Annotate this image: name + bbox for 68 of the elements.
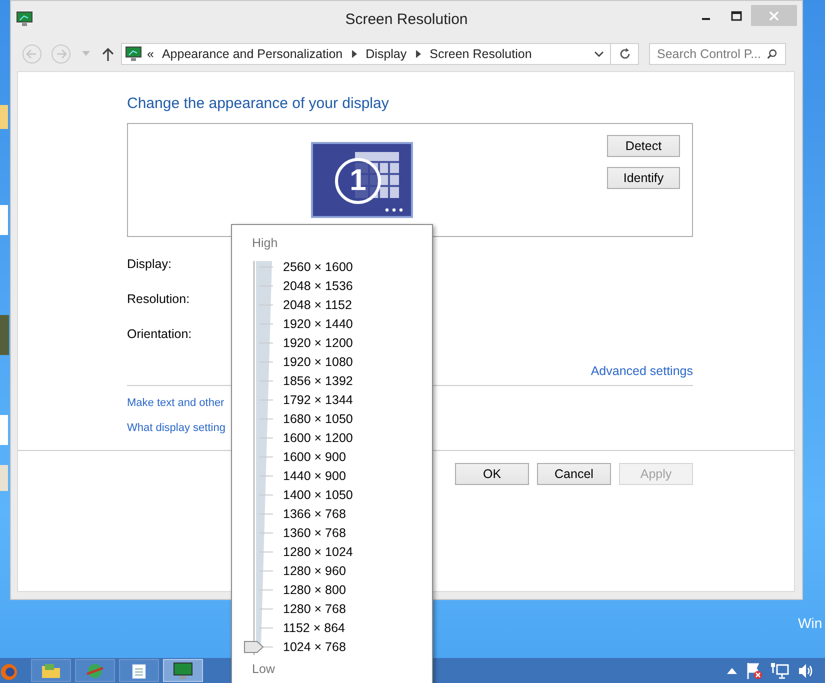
slider-track[interactable] [244,261,275,655]
dialog-button[interactable]: Cancel [537,463,611,485]
minimize-icon [702,18,710,20]
field-label: Resolution: [127,291,190,308]
resolution-option[interactable]: 1920 × 1080 [283,353,353,372]
globe-icon [85,662,105,680]
resolution-option[interactable]: 1280 × 768 [283,600,353,619]
resolution-option[interactable]: 1920 × 1440 [283,315,353,334]
resolution-option[interactable]: 1440 × 900 [283,467,353,486]
advanced-settings-link[interactable]: Advanced settings [590,363,693,379]
resolution-option[interactable]: 1856 × 1392 [283,372,353,391]
panel-button[interactable]: Identify [607,167,680,189]
chevron-icon[interactable] [352,50,357,58]
resolution-option[interactable]: 2048 × 1536 [283,277,353,296]
search-field[interactable]: Search Control P... [649,42,786,64]
resolution-option[interactable]: 1280 × 800 [283,581,353,600]
network-icon[interactable] [771,662,789,680]
field-label: Display: [127,256,172,273]
dialog-button[interactable]: OK [455,463,529,485]
breadcrumb-overflow[interactable]: « [147,46,154,60]
monitor-icon [173,662,193,680]
page-heading: Change the appearance of your display [127,94,390,114]
resolution-option[interactable]: 1152 × 864 [283,619,353,638]
search-icon [767,48,777,60]
taskbar-button[interactable] [119,659,159,682]
resolution-option[interactable]: 2048 × 1152 [283,296,353,315]
high-label: High [252,236,278,250]
low-label: Low [252,662,275,676]
breadcrumb-item[interactable]: Screen Resolution [430,46,532,60]
flag-icon[interactable] [745,662,763,680]
resolution-option[interactable]: 1280 × 1024 [283,543,353,562]
resolution-option[interactable]: 1280 × 960 [283,562,353,581]
monitor-icon [16,10,33,26]
resolution-option[interactable]: 1024 × 768 [283,638,353,657]
help-link[interactable]: What display setting [127,420,226,436]
resolution-option[interactable]: 1792 × 1344 [283,391,353,410]
monitor-icon [125,46,142,62]
resolution-option[interactable]: 1400 × 1050 [283,486,353,505]
chevron-down-icon[interactable] [594,50,604,56]
window-title: Screen Resolution [345,11,468,28]
panel-button[interactable]: Detect [607,135,680,157]
dots-icon [385,208,405,212]
taskbar-button[interactable] [163,659,203,682]
resolution-option[interactable]: 2560 × 1600 [283,258,353,277]
chevron-icon[interactable] [416,50,421,58]
desktop-text: Win [798,615,822,631]
close-icon [769,10,779,20]
up-arrow-icon[interactable] [102,46,114,60]
refresh-icon [618,48,630,60]
resolution-option[interactable]: 1920 × 1200 [283,334,353,353]
help-link[interactable]: Make text and other [127,395,224,411]
resolution-option[interactable]: 1600 × 900 [283,448,353,467]
breadcrumb-item[interactable]: Display [366,46,407,60]
resolution-option[interactable]: 1600 × 1200 [283,429,353,448]
resolution-option[interactable]: 1360 × 768 [283,524,353,543]
maximize-icon [730,10,742,20]
address-bar[interactable]: « Appearance and Personalization Display Screen Resolution [121,42,639,64]
monitor-tile[interactable]: 1 [311,142,413,218]
field-label: Orientation: [127,326,192,343]
monitor-number: 1 [335,158,381,204]
resolution-option[interactable]: 1680 × 1050 [283,410,353,429]
caret-up-icon[interactable] [727,668,737,674]
breadcrumb-item[interactable]: Appearance and Personalization [162,46,343,60]
folder-icon [41,662,61,678]
resolution-option[interactable]: 1366 × 768 [283,505,353,524]
speaker-icon[interactable] [797,662,815,680]
notepad-icon [131,662,147,680]
slider-thumb[interactable] [244,641,264,653]
